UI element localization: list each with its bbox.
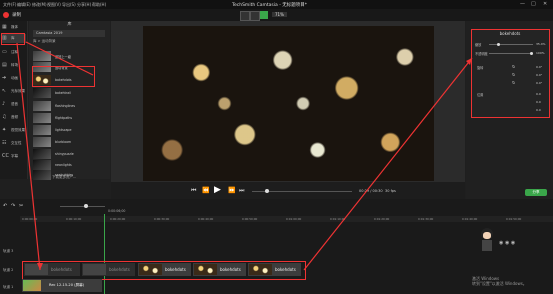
arrow-line: [25, 41, 94, 76]
activate-subtitle: 转到"设置"以激活 Windows。: [472, 281, 527, 286]
arrow-head: [37, 263, 43, 270]
arrow-line: [303, 57, 473, 271]
annotation-arrows: [16, 41, 473, 271]
timeline-controls-icon[interactable]: ◉ ◉ ◉: [499, 240, 515, 246]
mascot-avatar: [478, 228, 496, 252]
arrow-line: [16, 42, 41, 271]
windows-activation-watermark: 激活 Windows 转到"设置"以激活 Windows。: [472, 276, 527, 286]
